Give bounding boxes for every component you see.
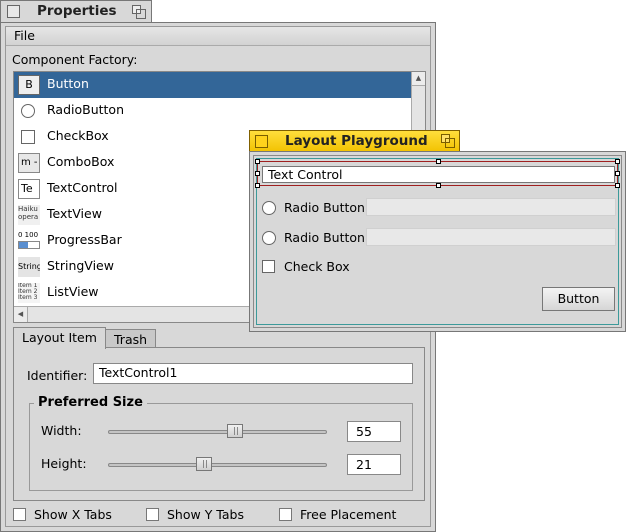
list-item-label: TextView bbox=[47, 206, 102, 221]
progressbar-icon-text: 0 100 bbox=[18, 231, 39, 239]
preferred-size-title: Preferred Size bbox=[34, 395, 147, 410]
list-item-label: ListView bbox=[47, 284, 99, 299]
resize-handle[interactable] bbox=[255, 159, 260, 164]
layout-playground-tab[interactable]: Layout Playground bbox=[249, 130, 460, 152]
stringview-icon: String bbox=[18, 257, 40, 277]
radio-circle[interactable] bbox=[262, 201, 276, 215]
list-item-button[interactable]: B Button bbox=[14, 72, 412, 98]
checkbox-label: Show X Tabs bbox=[34, 507, 112, 522]
listview-icon: Item 1 Item 2 Item 3 bbox=[18, 283, 40, 303]
height-field[interactable]: 21 bbox=[347, 454, 401, 475]
list-item-radiobutton[interactable]: RadioButton bbox=[14, 98, 412, 124]
list-item-label: StringView bbox=[47, 258, 114, 273]
properties-window-tab[interactable]: Properties bbox=[0, 0, 152, 23]
zoom-icon[interactable] bbox=[132, 5, 146, 19]
window-title: Properties bbox=[37, 3, 117, 19]
width-label: Width: bbox=[41, 423, 82, 438]
list-item-label: ComboBox bbox=[47, 154, 115, 169]
spacer-area bbox=[366, 228, 616, 246]
text-control-field[interactable]: Text Control bbox=[262, 166, 615, 183]
close-icon[interactable] bbox=[7, 5, 20, 18]
radio-label: Radio Button bbox=[284, 200, 365, 215]
component-factory-label: Component Factory: bbox=[12, 52, 138, 67]
height-slider-thumb[interactable] bbox=[196, 457, 212, 471]
list-item-label: TextControl bbox=[47, 180, 118, 195]
layout-playground-window: Text Control Radio Button Radio Button C… bbox=[249, 151, 626, 332]
list-item-label: Button bbox=[47, 76, 89, 91]
combobox-icon: m - bbox=[18, 153, 40, 173]
height-slider[interactable] bbox=[108, 457, 327, 471]
button-icon: B bbox=[18, 75, 40, 95]
checkbox-label: Show Y Tabs bbox=[167, 507, 244, 522]
checkbox-label: Check Box bbox=[284, 259, 350, 274]
checkbox-label: Free Placement bbox=[300, 507, 397, 522]
resize-handle[interactable] bbox=[436, 183, 441, 188]
tab-trash[interactable]: Trash bbox=[105, 329, 157, 349]
playground-button[interactable]: Button bbox=[542, 287, 615, 311]
resize-handle[interactable] bbox=[436, 159, 441, 164]
resize-handle[interactable] bbox=[255, 171, 260, 176]
window-title: Layout Playground bbox=[285, 133, 428, 149]
checkbox-box[interactable] bbox=[262, 260, 275, 273]
list-item-label: ProgressBar bbox=[47, 232, 122, 247]
menu-bar: File bbox=[6, 27, 430, 46]
list-item-label: CheckBox bbox=[47, 128, 109, 143]
preferred-size-group: Preferred Size Width: 55 Height: 21 bbox=[29, 395, 413, 491]
list-item-label: RadioButton bbox=[47, 102, 124, 117]
scroll-up-icon[interactable]: ▲ bbox=[412, 72, 425, 86]
layout-frame: Text Control Radio Button Radio Button C… bbox=[255, 158, 620, 325]
radio-circle[interactable] bbox=[262, 231, 276, 245]
resize-handle[interactable] bbox=[615, 159, 620, 164]
close-icon[interactable] bbox=[255, 135, 268, 148]
width-slider[interactable] bbox=[108, 424, 327, 438]
checkbox-box[interactable] bbox=[146, 508, 159, 521]
spacer-area bbox=[366, 198, 616, 216]
selected-item-outline[interactable]: Text Control bbox=[255, 159, 620, 188]
height-label: Height: bbox=[41, 456, 87, 471]
scroll-left-icon[interactable]: ◀ bbox=[14, 307, 28, 322]
textview-icon: Haiku opera bbox=[18, 205, 40, 225]
tab-layout-item[interactable]: Layout Item bbox=[13, 327, 106, 349]
resize-handle[interactable] bbox=[255, 183, 260, 188]
textcontrol-icon: Te bbox=[18, 179, 40, 199]
identifier-field[interactable]: TextControl1 bbox=[93, 363, 413, 384]
checkbox-icon bbox=[18, 127, 40, 147]
checkbox-box[interactable] bbox=[13, 508, 26, 521]
checkbox-box[interactable] bbox=[279, 508, 292, 521]
menu-file[interactable]: File bbox=[14, 28, 35, 43]
zoom-icon[interactable] bbox=[441, 134, 455, 148]
identifier-label: Identifier: bbox=[27, 368, 88, 383]
progressbar-icon: 0 100 bbox=[18, 231, 40, 251]
width-slider-thumb[interactable] bbox=[227, 424, 243, 438]
resize-handle[interactable] bbox=[615, 171, 620, 176]
resize-handle[interactable] bbox=[615, 183, 620, 188]
playground-content: Text Control Radio Button Radio Button C… bbox=[253, 155, 622, 328]
layout-item-panel: Identifier: TextControl1 Preferred Size … bbox=[13, 347, 425, 501]
width-field[interactable]: 55 bbox=[347, 421, 401, 442]
radio-label: Radio Button bbox=[284, 230, 365, 245]
radio-icon bbox=[18, 101, 40, 121]
